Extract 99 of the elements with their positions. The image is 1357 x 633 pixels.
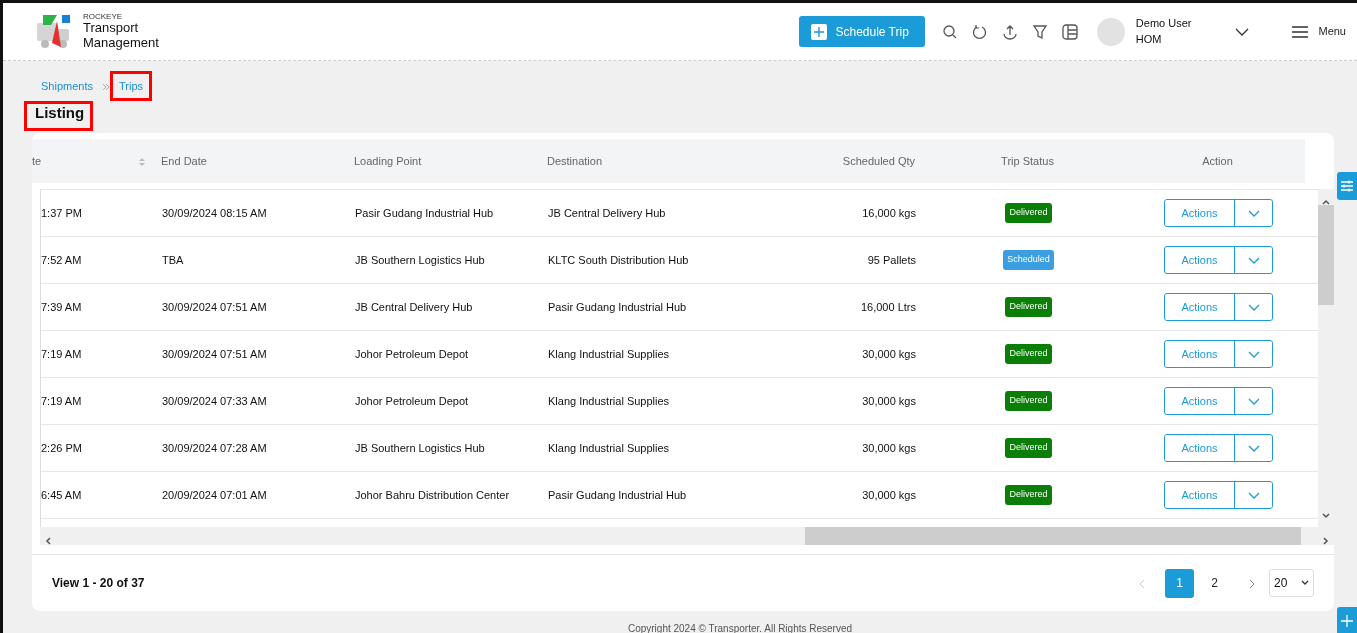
column-header: Trip Status <box>1000 153 1055 169</box>
chevron-down-icon <box>1247 209 1260 218</box>
table-cell: 16,000 kgs <box>862 206 916 219</box>
table-cell: JB Central Delivery Hub <box>355 300 473 313</box>
table-cell: 20/09/2024 07:01 AM <box>162 488 267 501</box>
table-cell: Johor Petroleum Depot <box>355 394 469 407</box>
table-cell: 30,000 kgs <box>862 347 916 360</box>
chevron-down-icon <box>1247 491 1260 500</box>
table-cell: 7:19 AM <box>41 394 82 407</box>
chevron-down-icon <box>1247 303 1260 312</box>
sort-icon[interactable] <box>139 156 145 167</box>
app-title: Management <box>83 35 159 51</box>
avatar <box>1096 17 1125 46</box>
table-cell: JB Southern Logistics Hub <box>355 253 485 266</box>
brand-label: ROCKEYE <box>83 12 124 21</box>
columns-icon[interactable] <box>1060 22 1079 41</box>
status-badge: Delivered <box>1005 297 1052 317</box>
chevron-down-icon <box>1247 350 1260 359</box>
table-cell: Klang Industrial Supplies <box>548 441 670 454</box>
status-badge: Delivered <box>1005 391 1052 411</box>
add-side-button[interactable] <box>1337 607 1357 633</box>
page-title: Listing <box>24 101 94 131</box>
plus-icon <box>1340 614 1354 628</box>
table-cell: 30/09/2024 07:51 AM <box>162 300 267 313</box>
schedule-trip-button[interactable]: Schedule Trip <box>799 16 925 47</box>
table-cell: JB Southern Logistics Hub <box>355 441 485 454</box>
column-header: Loading Point <box>354 153 423 169</box>
table-cell: 95 Pallets <box>867 253 916 266</box>
status-badge: Scheduled <box>1003 250 1054 270</box>
breadcrumb-link[interactable]: Trips <box>110 70 153 102</box>
status-badge: Delivered <box>1005 438 1052 458</box>
page-summary: View 1 - 20 of 37 <box>52 575 145 592</box>
filter-icon[interactable] <box>1030 22 1049 41</box>
table-cell: 30/09/2024 08:15 AM <box>162 206 267 219</box>
table-cell: 7:39 AM <box>41 300 82 313</box>
table-cell: Klang Industrial Supplies <box>548 347 670 360</box>
chevron-down-icon <box>1247 397 1260 406</box>
menu-icon <box>1292 24 1309 39</box>
table-cell: Johor Petroleum Depot <box>355 347 469 360</box>
previous-page-icon[interactable] <box>1139 578 1145 589</box>
column-header[interactable]: te <box>32 152 161 170</box>
column-header: End Date <box>161 153 208 169</box>
column-header: Destination <box>547 153 604 169</box>
page-size-select[interactable]: 20 <box>1269 569 1314 597</box>
chevron-down-icon[interactable] <box>1235 27 1250 38</box>
chevron-down-icon <box>1247 256 1260 265</box>
table-cell: 30/09/2024 07:33 AM <box>162 394 267 407</box>
breadcrumb-separator-icon <box>102 82 110 91</box>
actions-button[interactable]: Actions <box>1165 200 1235 226</box>
actions-button[interactable]: Actions <box>1165 482 1235 508</box>
table-cell: 30/09/2024 07:51 AM <box>162 347 267 360</box>
app-title: Transport <box>83 20 140 36</box>
sliders-icon <box>1340 179 1354 193</box>
user-role: HOM <box>1135 31 1163 47</box>
chevron-down-icon <box>1247 444 1260 453</box>
actions-button[interactable]: Actions <box>1165 388 1235 414</box>
table-cell: Pasir Gudang Industrial Hub <box>355 206 494 219</box>
actions-button[interactable]: Actions <box>1165 294 1235 320</box>
table-cell: 6:45 AM <box>41 488 82 501</box>
status-badge: Delivered <box>1005 203 1052 223</box>
status-badge: Delivered <box>1005 344 1052 364</box>
status-badge: Delivered <box>1005 485 1052 505</box>
search-icon[interactable] <box>940 22 959 41</box>
breadcrumb-link[interactable]: Shipments <box>32 70 102 102</box>
column-header: Action <box>1201 153 1234 169</box>
table-cell: Pasir Gudang Industrial Hub <box>548 300 687 313</box>
scroll-right-icon[interactable] <box>1323 537 1329 546</box>
table-cell: 1:37 PM <box>41 206 82 219</box>
user-name: Demo User <box>1135 16 1192 32</box>
actions-button[interactable]: Actions <box>1165 435 1235 461</box>
table-cell: 30/09/2024 07:28 AM <box>162 441 267 454</box>
table-cell: Klang Industrial Supplies <box>548 394 670 407</box>
menu-button[interactable]: Menu <box>1291 22 1347 41</box>
scroll-down-icon[interactable] <box>1322 512 1330 519</box>
table-cell: 30,000 kgs <box>862 488 916 501</box>
settings-side-button[interactable] <box>1337 172 1357 200</box>
table-cell: JB Central Delivery Hub <box>548 206 666 219</box>
page-button[interactable]: 1 <box>1165 568 1194 598</box>
scroll-up-icon[interactable] <box>1322 199 1330 206</box>
table-cell: Johor Bahru Distribution Center <box>355 488 510 501</box>
page-button[interactable]: 2 <box>1200 568 1229 598</box>
column-header: Scheduled Qty <box>841 153 916 169</box>
table-cell: 30,000 kgs <box>862 394 916 407</box>
plus-icon <box>811 23 828 40</box>
table-cell: KLTC South Distribution Hub <box>548 253 689 266</box>
table-cell: TBA <box>162 253 184 266</box>
table-cell: 7:52 AM <box>41 253 82 266</box>
table-cell: 16,000 Ltrs <box>860 300 916 313</box>
next-page-icon[interactable] <box>1249 578 1255 589</box>
table-cell: 30,000 kgs <box>862 441 916 454</box>
chevron-down-icon <box>1301 580 1309 586</box>
refresh-icon[interactable] <box>970 22 989 41</box>
scroll-left-icon[interactable] <box>45 537 51 546</box>
table-cell: Pasir Gudang Industrial Hub <box>548 488 687 501</box>
table-cell: 2:26 PM <box>41 441 82 454</box>
table-cell: 7:19 AM <box>41 347 82 360</box>
actions-button[interactable]: Actions <box>1165 341 1235 367</box>
horizontal-scrollbar[interactable] <box>40 527 1334 545</box>
actions-button[interactable]: Actions <box>1165 247 1235 273</box>
